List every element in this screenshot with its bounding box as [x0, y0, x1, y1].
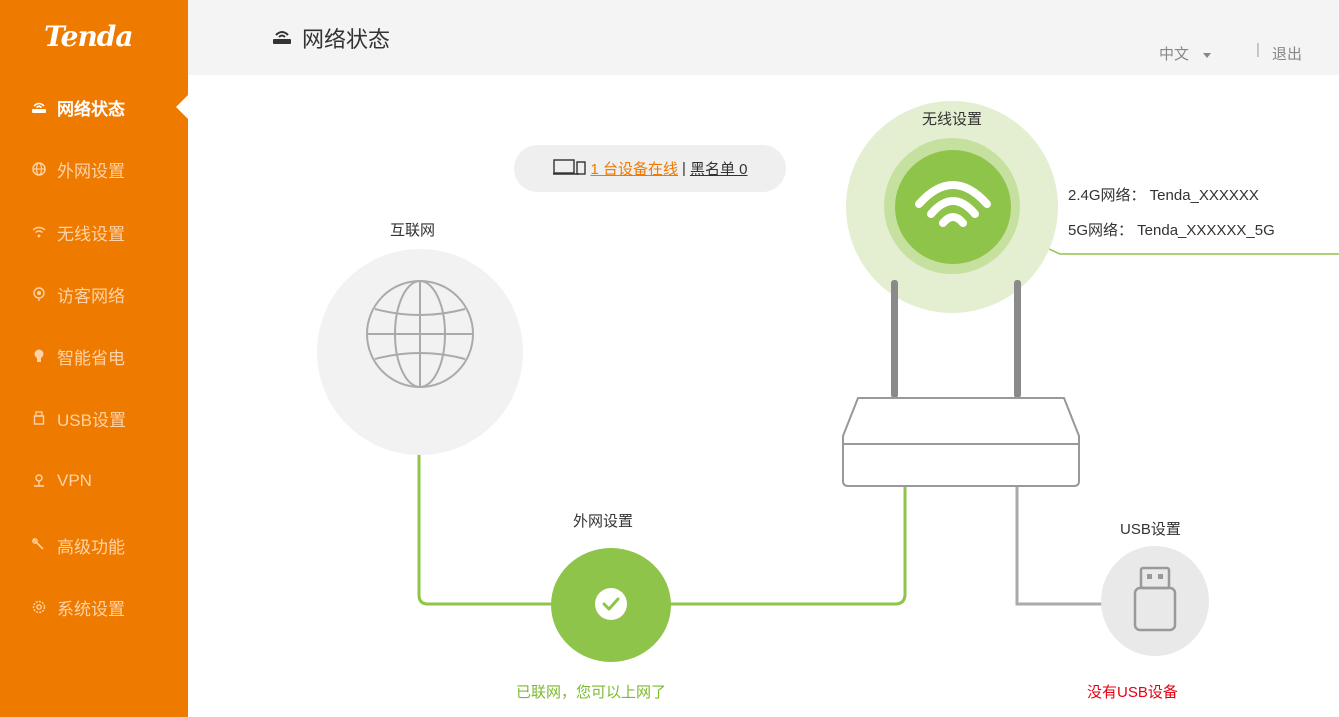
- usb-drive-icon: [1133, 566, 1177, 632]
- devices-icon: [552, 158, 587, 179]
- wifi-icon: [915, 181, 991, 227]
- globe-icon: [366, 280, 474, 388]
- usb-node[interactable]: [1101, 546, 1209, 656]
- wan-label: 外网设置: [573, 513, 634, 530]
- wireless-node[interactable]: [895, 150, 1011, 264]
- wifi-5g-info: 5G网络： Tenda_XXXXXX_5G: [1068, 222, 1275, 239]
- internet-node: [317, 249, 523, 455]
- devices-separator: |: [682, 160, 686, 177]
- internet-label: 互联网: [390, 222, 436, 239]
- wan-node[interactable]: [551, 548, 671, 662]
- online-devices-link[interactable]: 1 台设备在线: [591, 158, 679, 179]
- usb-status-text: 没有USB设备: [1087, 684, 1178, 701]
- blacklist-link[interactable]: 黑名单 0: [690, 158, 748, 179]
- check-icon: [595, 588, 627, 620]
- router-device-icon: [842, 280, 1080, 487]
- devices-online-pill: 1 台设备在线 | 黑名单 0: [514, 145, 786, 192]
- usb-label: USB设置: [1120, 521, 1181, 538]
- wan-status-text: 已联网，您可以上网了: [516, 684, 667, 701]
- wifi-24g-info: 2.4G网络： Tenda_XXXXXX: [1068, 187, 1259, 204]
- wireless-label: 无线设置: [922, 111, 983, 128]
